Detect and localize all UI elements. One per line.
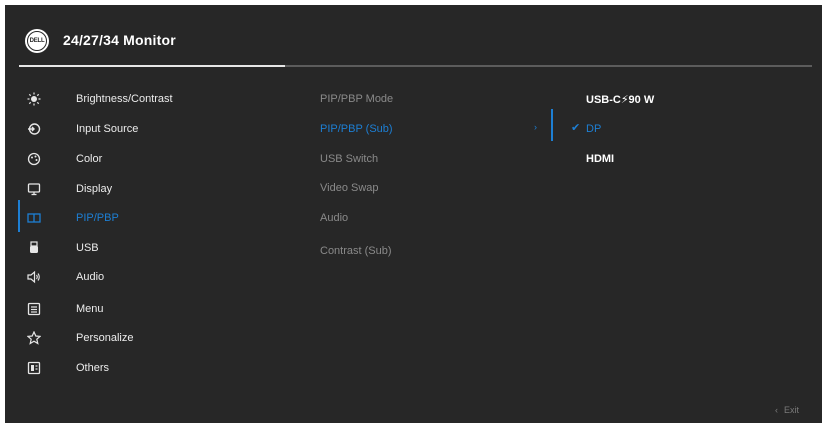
- exit-button[interactable]: ‹ Exit: [775, 405, 799, 415]
- others-icon: [27, 361, 41, 375]
- submenu-item-contrast-sub[interactable]: Contrast (Sub): [320, 245, 392, 257]
- chevron-right-icon: ›: [534, 122, 537, 132]
- monitor-osd: DELL 24/27/34 Monitor Brightness/Contras…: [5, 5, 822, 423]
- menu-item-label: Menu: [76, 303, 104, 315]
- option-usb-c[interactable]: USB-C⚡90 W: [586, 93, 654, 106]
- submenu-item-usb-switch[interactable]: USB Switch: [320, 153, 378, 165]
- menu-item-brightness-contrast[interactable]: Brightness/Contrast: [5, 85, 295, 115]
- checkmark-icon: ✔: [571, 122, 581, 134]
- header-divider-highlight: [19, 65, 285, 67]
- menu-item-pip-pbp[interactable]: PIP/PBP: [5, 204, 295, 234]
- submenu-active-indicator: [551, 109, 553, 141]
- menu-item-label: Others: [76, 362, 110, 374]
- menu-icon: [27, 302, 41, 316]
- menu-item-label: Personalize: [76, 332, 134, 344]
- input-source-icon: [27, 122, 41, 136]
- exit-label: Exit: [784, 405, 800, 415]
- menu-item-usb[interactable]: USB: [5, 234, 295, 264]
- color-icon: [27, 152, 41, 166]
- usb-icon: [27, 241, 41, 255]
- osd-header: DELL 24/27/34 Monitor: [5, 5, 822, 67]
- menu-item-label: Display: [76, 183, 113, 195]
- pip-pbp-icon: [27, 211, 41, 225]
- menu-item-color[interactable]: Color: [5, 145, 295, 175]
- menu-item-input-source[interactable]: Input Source: [5, 115, 295, 145]
- menu-item-label: Audio: [76, 271, 105, 283]
- menu-item-audio[interactable]: Audio: [5, 263, 295, 293]
- menu-item-label: PIP/PBP: [76, 212, 119, 224]
- submenu-item-audio[interactable]: Audio: [320, 212, 348, 224]
- submenu-item-pip-pbp-sub[interactable]: PIP/PBP (Sub): [320, 123, 393, 135]
- menu-item-label: Input Source: [76, 123, 139, 135]
- brightness-icon: [27, 92, 41, 106]
- menu-item-menu[interactable]: Menu: [5, 295, 295, 325]
- star-icon: [27, 331, 41, 345]
- menu-item-personalize[interactable]: Personalize: [5, 324, 295, 354]
- osd-title: 24/27/34 Monitor: [63, 32, 176, 48]
- chevron-left-icon: ‹: [775, 405, 778, 415]
- menu-item-label: Color: [76, 153, 103, 165]
- dell-logo-text: DELL: [27, 31, 47, 51]
- display-icon: [27, 182, 41, 196]
- dell-logo: DELL: [25, 29, 49, 53]
- submenu-item-pip-pbp-mode[interactable]: PIP/PBP Mode: [320, 93, 393, 105]
- audio-icon: [27, 270, 41, 284]
- menu-item-display[interactable]: Display: [5, 175, 295, 205]
- option-dp[interactable]: DP: [586, 123, 601, 135]
- menu-item-others[interactable]: Others: [5, 354, 295, 384]
- menu-item-label: Brightness/Contrast: [76, 93, 173, 105]
- menu-item-label: USB: [76, 242, 99, 254]
- option-hdmi[interactable]: HDMI: [586, 153, 614, 165]
- submenu-item-video-swap[interactable]: Video Swap: [320, 182, 379, 194]
